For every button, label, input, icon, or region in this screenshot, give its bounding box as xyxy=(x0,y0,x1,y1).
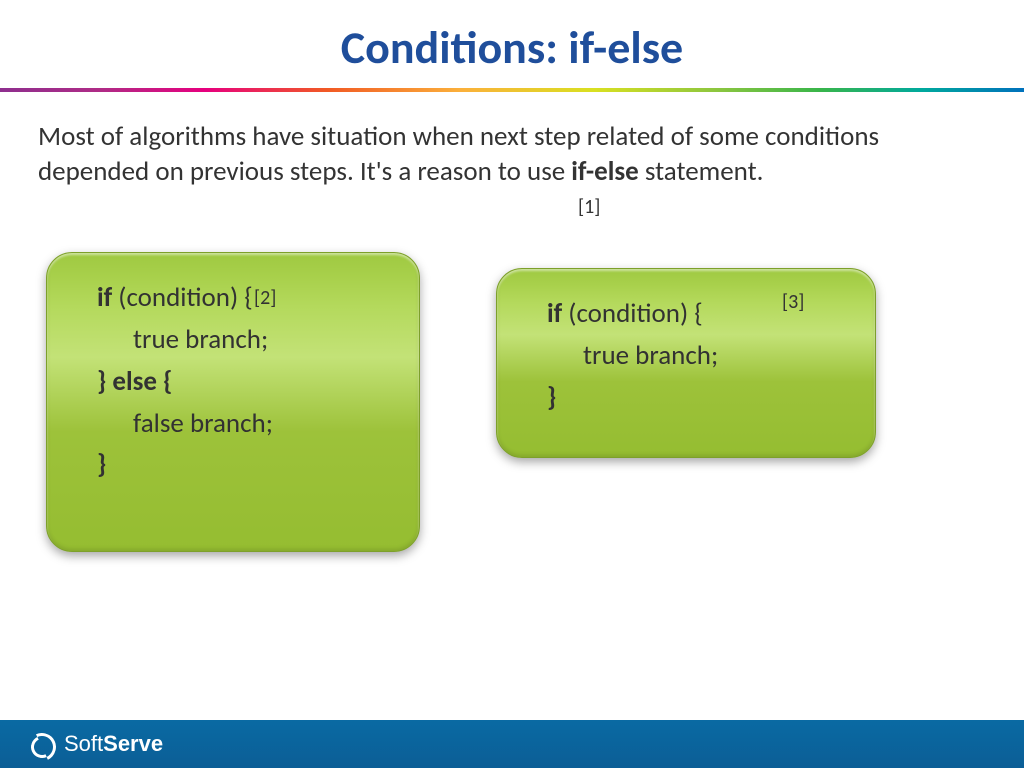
code-text: (condition) { xyxy=(562,297,703,330)
code-panel-if: if (condition) { true branch; } xyxy=(496,268,876,458)
code-line: true branch; xyxy=(97,319,393,361)
code-line: } xyxy=(97,444,393,486)
code-text: false branch; xyxy=(133,407,273,440)
intro-paragraph: Most of algorithms have situation when n… xyxy=(38,120,938,189)
code-text: (condition) { xyxy=(112,281,253,314)
slide-title: Conditions: if-else xyxy=(0,0,1024,88)
code-text: } xyxy=(97,365,106,398)
intro-text-post: statement. xyxy=(639,155,764,188)
code-text: { xyxy=(163,365,172,398)
code-line: } else { xyxy=(97,361,393,403)
code-line: true branch; xyxy=(547,335,849,377)
divider-rainbow xyxy=(0,88,1024,92)
brand-text-soft: Soft xyxy=(64,731,103,757)
keyword-if: if xyxy=(97,281,112,314)
brand-text-serve: Serve xyxy=(103,731,163,757)
slide: Conditions: if-else Most of algorithms h… xyxy=(0,0,1024,768)
intro-text-bold: if-else xyxy=(571,155,638,188)
keyword-if: if xyxy=(547,297,562,330)
brand-logo: SoftServe xyxy=(28,730,163,758)
reference-2: [2] xyxy=(254,286,276,310)
code-text: true branch; xyxy=(583,339,718,372)
keyword-else: else xyxy=(106,365,163,398)
reference-1: [1] xyxy=(578,195,600,219)
code-line: false branch; xyxy=(97,403,393,445)
code-line: } xyxy=(547,377,849,419)
code-line: if (condition) { xyxy=(97,277,393,319)
code-panel-if-else: if (condition) { true branch; } else { f… xyxy=(46,252,420,552)
brand-mark-icon xyxy=(28,730,56,758)
code-text: true branch; xyxy=(133,323,268,356)
reference-3: [3] xyxy=(782,290,804,314)
footer-bar: SoftServe xyxy=(0,720,1024,768)
